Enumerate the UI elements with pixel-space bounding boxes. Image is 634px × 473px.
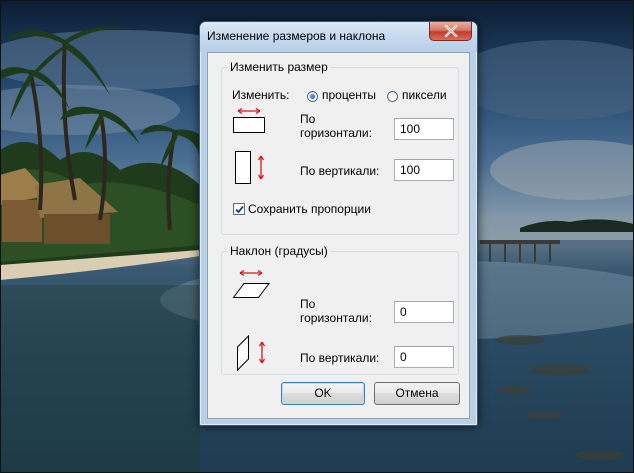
resize-by-label: Изменить: xyxy=(232,88,290,102)
resize-horizontal-icon xyxy=(233,108,265,133)
skew-horizontal-icon xyxy=(232,270,270,298)
close-icon xyxy=(444,25,458,37)
resize-horizontal-label-line1: По xyxy=(300,112,316,126)
resize-vertical-label: По вертикали: xyxy=(300,164,380,178)
skew-horizontal-input[interactable]: 0 xyxy=(394,301,454,323)
resize-skew-dialog: Изменение размеров и наклона Изменить ра… xyxy=(199,21,478,426)
pixels-radio-label[interactable]: пиксели xyxy=(402,88,447,102)
title-bar[interactable]: Изменение размеров и наклона xyxy=(200,22,477,52)
percent-radio[interactable] xyxy=(307,91,318,102)
cancel-button[interactable]: Отмена xyxy=(374,382,460,405)
keep-ratio-label[interactable]: Сохранить пропорции xyxy=(248,202,371,216)
skew-horizontal-label-line1: По xyxy=(300,297,316,311)
pixels-radio[interactable] xyxy=(387,91,398,102)
skew-horizontal-label-line2: горизонтали: xyxy=(300,311,372,325)
resize-horizontal-label-line2: горизонтали: xyxy=(300,126,372,140)
window-title: Изменение размеров и наклона xyxy=(207,29,386,43)
skew-vertical-icon xyxy=(237,334,266,372)
checkmark-icon xyxy=(235,205,244,214)
resize-vertical-input[interactable]: 100 xyxy=(394,159,454,181)
resize-group-title: Изменить размер xyxy=(228,60,330,74)
resize-horizontal-input[interactable]: 100 xyxy=(394,118,454,140)
skew-group-title: Наклон (градусы) xyxy=(228,244,330,258)
percent-radio-label[interactable]: проценты xyxy=(322,88,376,102)
resize-vertical-icon xyxy=(235,151,265,184)
keep-ratio-checkbox[interactable] xyxy=(233,203,245,215)
dialog-client-area: Изменить размер Изменить: проценты пиксе… xyxy=(207,52,470,419)
skew-vertical-label: По вертикали: xyxy=(300,351,380,365)
ok-button[interactable]: OK xyxy=(281,382,365,405)
skew-vertical-input[interactable]: 0 xyxy=(394,346,454,368)
close-button[interactable] xyxy=(429,22,472,41)
